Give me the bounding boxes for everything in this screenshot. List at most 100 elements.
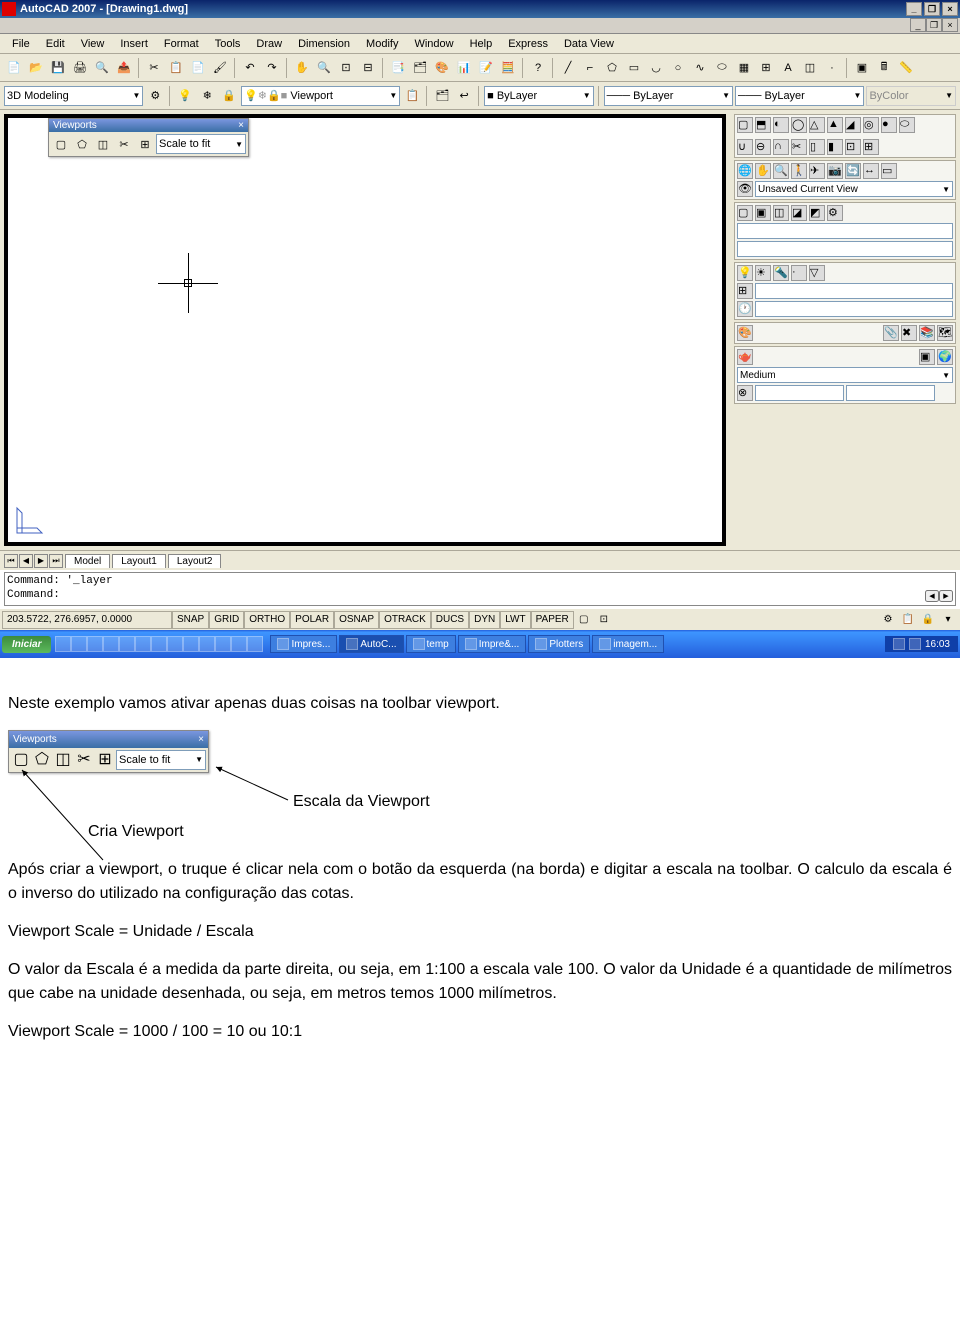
menu-format[interactable]: Format — [156, 36, 207, 52]
taskbar-item-plotters[interactable]: Plotters — [528, 635, 590, 653]
match-icon[interactable]: 🖌 — [210, 58, 230, 78]
linetype-combo[interactable]: ─── ByLayer ▼ — [604, 86, 733, 106]
layer-states-icon[interactable]: 🗂 — [432, 86, 452, 106]
quicklaunch-5-icon[interactable] — [119, 636, 135, 652]
teapot-icon[interactable]: 🫖 — [737, 349, 753, 365]
render-env-icon[interactable]: 🌍 — [937, 349, 953, 365]
snap-toggle[interactable]: SNAP — [172, 611, 209, 629]
status-tray2-icon[interactable]: 📋 — [898, 610, 918, 630]
menu-file[interactable]: File — [4, 36, 38, 52]
box-icon[interactable]: ▢ — [737, 117, 753, 133]
vs3d-icon[interactable]: ▣ — [755, 205, 771, 221]
light-row1[interactable] — [755, 283, 953, 299]
status-maximize-icon[interactable]: ⊡ — [594, 610, 614, 630]
otrack-toggle[interactable]: OTRACK — [379, 611, 431, 629]
menu-tools[interactable]: Tools — [207, 36, 249, 52]
cylinder-icon[interactable]: ⬭ — [899, 117, 915, 133]
paste-icon[interactable]: 📄 — [188, 58, 208, 78]
quicklaunch-3-icon[interactable] — [87, 636, 103, 652]
open-icon[interactable]: 📂 — [26, 58, 46, 78]
workspace-settings-icon[interactable]: ⚙ — [145, 86, 165, 106]
quicklaunch-6-icon[interactable] — [135, 636, 151, 652]
view-icon[interactable]: 👁 — [737, 181, 753, 197]
vs-input-2[interactable] — [737, 241, 953, 257]
cut-icon[interactable]: ✂ — [144, 58, 164, 78]
viewport-object-icon[interactable]: ◫ — [93, 134, 113, 154]
undo-icon[interactable]: ↶ — [240, 58, 260, 78]
calc-icon[interactable]: 🖩 — [874, 58, 894, 78]
quicklaunch-9-icon[interactable] — [183, 636, 199, 652]
mat-attach-icon[interactable]: 📎 — [883, 325, 899, 341]
vshidden-icon[interactable]: ◫ — [773, 205, 789, 221]
revolve-icon[interactable]: ◯ — [791, 117, 807, 133]
taskbar-item-temp[interactable]: temp — [406, 635, 456, 653]
mat-map-icon[interactable]: 🗺 — [937, 325, 953, 341]
layer-freeze-icon[interactable]: ❄ — [197, 86, 217, 106]
viewport-single-icon[interactable]: ▢ — [51, 134, 71, 154]
child-close-button[interactable]: × — [942, 18, 958, 32]
torus-icon[interactable]: ◎ — [863, 117, 879, 133]
tab-last-button[interactable]: ⏭ — [49, 554, 63, 568]
projection-icon[interactable]: ▭ — [881, 163, 897, 179]
pyramid-icon[interactable]: ▲ — [827, 117, 843, 133]
sheet-icon[interactable]: 📊 — [454, 58, 474, 78]
viewport-scale-combo[interactable]: Scale to fit ▼ — [156, 134, 246, 154]
point-icon[interactable]: · — [822, 58, 842, 78]
menu-view[interactable]: View — [73, 36, 113, 52]
table-icon[interactable]: ⊞ — [756, 58, 776, 78]
spline-icon[interactable]: ∿ — [690, 58, 710, 78]
restore-button[interactable]: ❐ — [924, 2, 940, 16]
wedge-icon[interactable]: ◢ — [845, 117, 861, 133]
tab-layout2[interactable]: Layout2 — [168, 554, 222, 568]
redo-icon[interactable]: ↷ — [262, 58, 282, 78]
tray-icon-2[interactable] — [909, 638, 921, 650]
plot-icon[interactable]: 🖨 — [70, 58, 90, 78]
slice-icon[interactable]: ✂ — [791, 139, 807, 155]
command-window[interactable]: Command: '_layer Command: ◀ ▶ — [4, 572, 956, 606]
drawing-canvas[interactable]: Viewports × ▢ ⬠ ◫ ✂ ⊞ Scale to fit ▼ — [4, 114, 726, 546]
material-icon[interactable]: 🎨 — [737, 325, 753, 341]
quickcalc-icon[interactable]: 🧮 — [498, 58, 518, 78]
hatch-icon[interactable]: ▦ — [734, 58, 754, 78]
quicklaunch-10-icon[interactable] — [199, 636, 215, 652]
quicklaunch-desktop-icon[interactable] — [71, 636, 87, 652]
copy-icon[interactable]: 📋 — [166, 58, 186, 78]
taskbar-item-impre[interactable]: Impre&... — [458, 635, 527, 653]
vsreal-icon[interactable]: ◪ — [791, 205, 807, 221]
tab-layout1[interactable]: Layout1 — [112, 554, 166, 568]
status-model-icon[interactable]: ▢ — [574, 610, 594, 630]
arc-icon[interactable]: ◡ — [646, 58, 666, 78]
clock[interactable]: 16:03 — [925, 639, 950, 650]
dyn-toggle[interactable]: DYN — [469, 611, 500, 629]
walk-icon[interactable]: 🚶 — [791, 163, 807, 179]
loft-icon[interactable]: △ — [809, 117, 825, 133]
publish-icon[interactable]: 📤 — [114, 58, 134, 78]
markup-icon[interactable]: 📝 — [476, 58, 496, 78]
section-icon[interactable]: ▯ — [809, 139, 825, 155]
view-combo[interactable]: Unsaved Current View ▼ — [755, 181, 953, 197]
rectangle-icon[interactable]: ▭ — [624, 58, 644, 78]
sun-icon[interactable]: ☀ — [755, 265, 771, 281]
vs2d-icon[interactable]: ▢ — [737, 205, 753, 221]
tab-next-button[interactable]: ▶ — [34, 554, 48, 568]
mat-lib-icon[interactable]: 📚 — [919, 325, 935, 341]
menu-dimension[interactable]: Dimension — [290, 36, 358, 52]
zoom-prev-icon[interactable]: ⊟ — [358, 58, 378, 78]
block-icon[interactable]: ◫ — [800, 58, 820, 78]
render-out-icon[interactable]: ⊗ — [737, 385, 753, 401]
viewport-config-icon[interactable]: ⊞ — [135, 134, 155, 154]
render-preset-combo[interactable]: Medium ▼ — [737, 367, 953, 383]
sphere-icon[interactable]: ● — [881, 117, 897, 133]
spot-icon[interactable]: ▽ — [809, 265, 825, 281]
orbit-icon[interactable]: 🌐 — [737, 163, 753, 179]
taskbar-item-impres[interactable]: Impres... — [270, 635, 337, 653]
light-row2[interactable] — [755, 301, 953, 317]
tab-prev-button[interactable]: ◀ — [19, 554, 33, 568]
layer-lock-icon[interactable]: 🔒 — [219, 86, 239, 106]
plotstyle-combo[interactable]: ByColor ▼ — [866, 86, 956, 106]
status-tray1-icon[interactable]: ⚙ — [878, 610, 898, 630]
pan-icon[interactable]: ✋ — [292, 58, 312, 78]
layer-bulb-icon[interactable]: 💡 — [175, 86, 195, 106]
toolpalette-icon[interactable]: 🎨 — [432, 58, 452, 78]
menu-help[interactable]: Help — [462, 36, 501, 52]
